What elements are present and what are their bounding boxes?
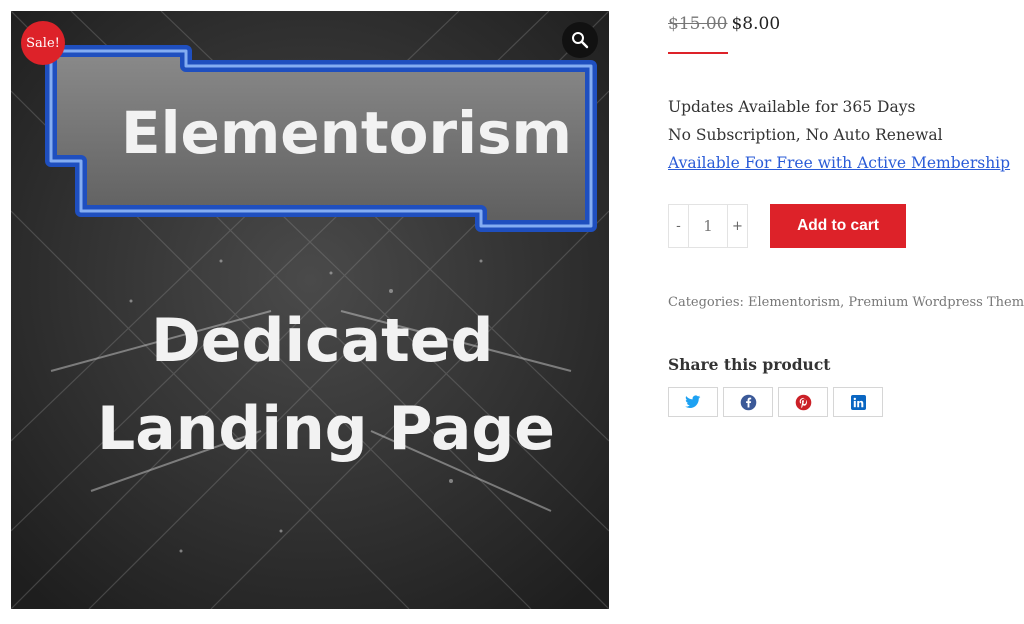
quantity-increase-button[interactable]: + — [728, 205, 747, 247]
membership-link[interactable]: Available For Free with Active Membershi… — [668, 154, 1010, 172]
artwork-subheading-line2: Landing Page — [97, 394, 555, 464]
linkedin-icon — [850, 394, 866, 410]
sale-price: $8.00 — [731, 14, 781, 34]
add-to-cart-button[interactable]: Add to cart — [770, 204, 906, 248]
share-title: Share this product — [668, 355, 831, 374]
sale-badge: Sale! — [21, 21, 65, 65]
facebook-icon — [740, 394, 756, 410]
share-pinterest-button[interactable] — [778, 387, 828, 417]
magnifier-icon — [572, 32, 589, 49]
quantity-stepper: - 1 + — [668, 204, 748, 248]
product-image[interactable]: Elementorism Dedicated Landing Page Sale… — [11, 11, 609, 609]
artwork-heading: Elementorism — [121, 99, 572, 167]
quantity-decrease-button[interactable]: - — [669, 205, 688, 247]
pinterest-icon — [795, 394, 811, 410]
share-linkedin-button[interactable] — [833, 387, 883, 417]
product-description: Updates Available for 365 Days No Subscr… — [668, 93, 1010, 177]
share-buttons — [668, 387, 888, 417]
product-artwork: Elementorism Dedicated Landing Page — [11, 11, 609, 609]
share-twitter-button[interactable] — [668, 387, 718, 417]
share-facebook-button[interactable] — [723, 387, 773, 417]
cart-form: - 1 + Add to cart — [668, 204, 906, 248]
zoom-button[interactable] — [562, 22, 598, 58]
description-line-updates: Updates Available for 365 Days — [668, 98, 916, 116]
price-divider — [668, 52, 728, 54]
artwork-subheading-line1: Dedicated — [151, 306, 493, 376]
twitter-icon — [685, 395, 701, 408]
price: $15.00 $8.00 — [668, 14, 780, 34]
product-categories: Categories: Elementorism, Premium Wordpr… — [668, 295, 1024, 310]
quantity-input[interactable]: 1 — [688, 205, 728, 247]
description-line-subscription: No Subscription, No Auto Renewal — [668, 126, 943, 144]
old-price: $15.00 — [668, 14, 728, 34]
